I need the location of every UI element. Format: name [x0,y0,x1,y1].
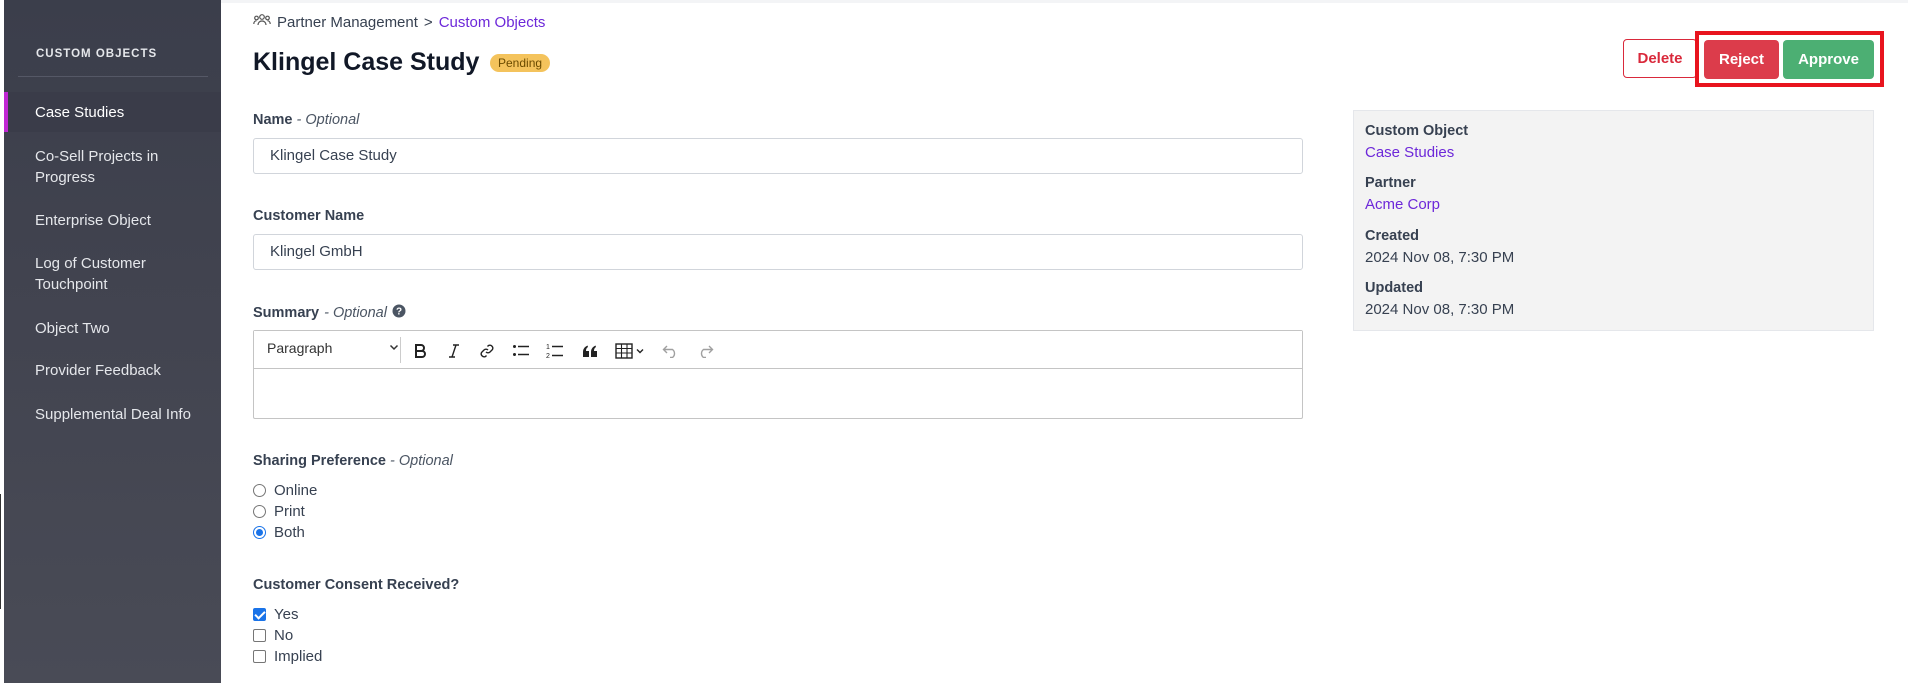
radio-both[interactable]: Both [253,524,305,541]
radio-button[interactable] [253,484,266,497]
checkbox-implied[interactable]: Implied [253,648,322,665]
checkbox-no[interactable]: No [253,627,293,644]
undo-icon[interactable] [660,340,682,362]
radio-button[interactable] [253,505,266,518]
sidebar: CUSTOM OBJECTS Case Studies Co-Sell Proj… [4,0,221,683]
chevron-down-icon [389,341,399,355]
checkbox-implied-label: Implied [274,648,323,665]
customer-consent-label: Customer Consent Received? [253,577,460,593]
editor-toolbar: Paragraph 12 [254,331,1302,369]
custom-object-link[interactable]: Case Studies [1365,144,1454,161]
breadcrumb: Partner Management > Custom Objects [253,13,545,31]
sharing-preference-optional-text: - Optional [390,453,453,469]
paragraph-format-select[interactable]: Paragraph [267,340,399,356]
bold-icon[interactable] [409,340,431,362]
name-label: Name - Optional [253,112,359,128]
customer-name-label: Customer Name [253,208,365,224]
radio-print-label: Print [274,503,305,520]
summary-editor: Paragraph 12 [253,330,1303,419]
sidebar-item-case-studies[interactable]: Case Studies [4,102,221,123]
sidebar-item-supplemental-deal-info[interactable]: Supplemental Deal Info [4,404,221,425]
breadcrumb-current[interactable]: Custom Objects [439,14,546,31]
italic-icon[interactable] [443,340,465,362]
svg-text:?: ? [396,307,402,318]
window-edge-line [0,494,1,609]
custom-object-label: Custom Object [1365,123,1469,139]
redo-icon[interactable] [694,340,716,362]
name-optional-text: - Optional [296,112,360,128]
summary-optional-text: - Optional [324,305,387,321]
checkbox-no-label: No [274,627,294,644]
partner-label: Partner [1365,175,1416,191]
partners-icon [253,13,271,31]
breadcrumb-parent[interactable]: Partner Management [277,14,418,31]
updated-value: 2024 Nov 08, 7:30 PM [1365,301,1515,318]
blockquote-icon[interactable] [579,340,601,362]
sidebar-item-co-sell-projects[interactable]: Co-Sell Projects in Progress [4,146,221,188]
customer-name-input[interactable]: Klingel GmbH [253,234,1303,270]
name-input[interactable]: Klingel Case Study [253,138,1303,174]
name-label-text: Name [253,112,293,128]
sidebar-divider [18,76,208,77]
breadcrumb-separator: > [423,13,433,31]
summary-label: Summary - Optional ? [253,304,406,322]
created-value: 2024 Nov 08, 7:30 PM [1365,249,1515,266]
bulleted-list-icon[interactable] [510,340,532,362]
top-border [221,0,1908,3]
sidebar-item-provider-feedback[interactable]: Provider Feedback [4,360,221,381]
partner-link[interactable]: Acme Corp [1365,196,1440,213]
created-label: Created [1365,228,1419,244]
delete-button[interactable]: Delete [1623,39,1697,78]
checkbox-checked[interactable] [253,608,266,621]
sharing-preference-label-text: Sharing Preference [253,453,386,469]
radio-online-label: Online [274,482,318,499]
toolbar-separator [400,337,401,363]
radio-both-label: Both [274,524,305,541]
sidebar-item-object-two[interactable]: Object Two [4,318,221,339]
table-icon[interactable] [612,340,648,362]
checkbox-yes-label: Yes [274,606,299,623]
svg-text:2: 2 [546,353,550,360]
checkbox-yes[interactable]: Yes [253,606,298,623]
sidebar-item-log-of-customer-touchpoint[interactable]: Log of Customer Touchpoint [4,253,221,295]
sharing-preference-label: Sharing Preference - Optional [253,453,453,469]
radio-button-selected[interactable] [253,526,266,539]
question-circle-icon[interactable]: ? [392,304,406,322]
checkbox[interactable] [253,629,266,642]
summary-label-text: Summary [253,305,320,321]
summary-editor-content[interactable] [254,369,1302,419]
radio-online[interactable]: Online [253,482,317,499]
sidebar-heading: CUSTOM OBJECTS [36,48,158,60]
svg-text:1: 1 [546,344,550,351]
page-title: Klingel Case Study [253,48,480,76]
updated-label: Updated [1365,280,1423,296]
record-info-panel: Custom Object Case Studies Partner Acme … [1353,110,1874,331]
sidebar-item-enterprise-object[interactable]: Enterprise Object [4,210,221,231]
status-badge: Pending [490,54,551,72]
link-icon[interactable] [476,340,498,362]
paragraph-format-value: Paragraph [267,340,333,356]
numbered-list-icon[interactable]: 12 [544,340,566,362]
radio-print[interactable]: Print [253,503,305,520]
highlight-box [1695,31,1884,87]
checkbox[interactable] [253,650,266,663]
